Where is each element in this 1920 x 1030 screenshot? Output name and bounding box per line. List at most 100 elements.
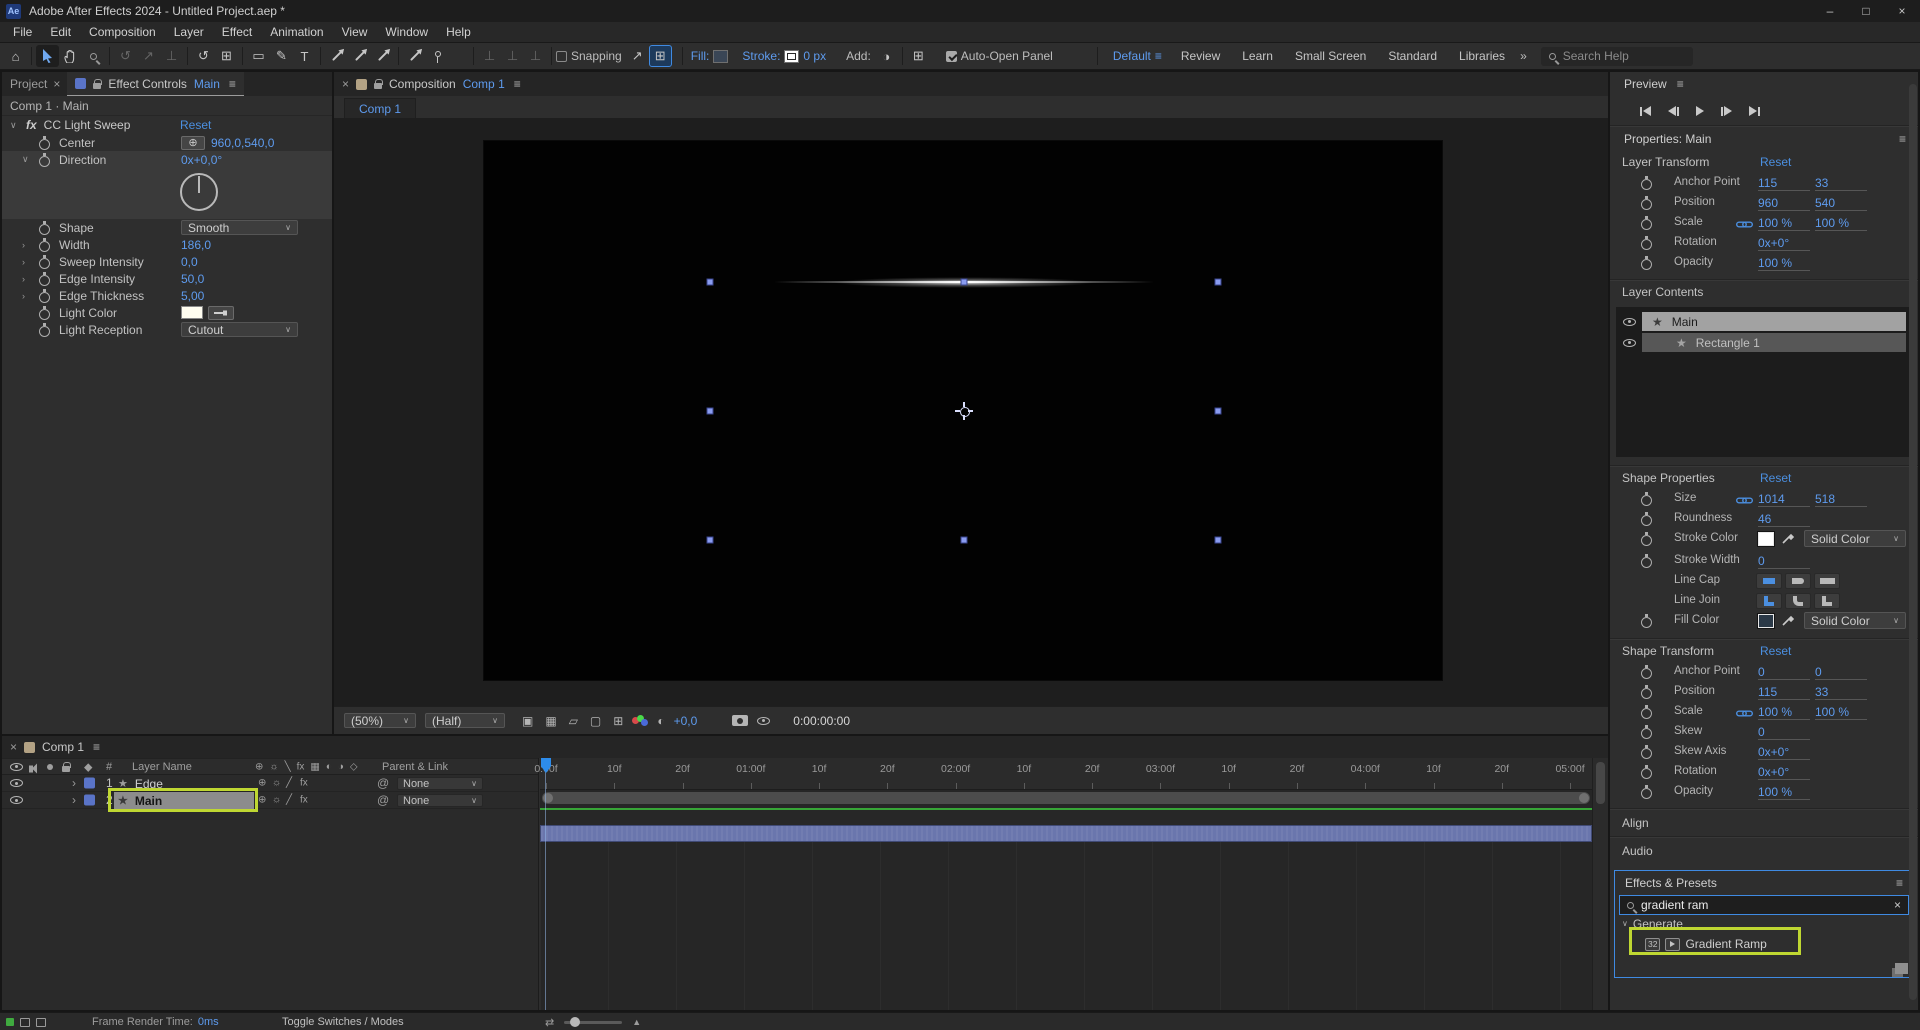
tab-comp-1[interactable]: Comp 1 bbox=[42, 740, 84, 754]
previous-frame-button[interactable] bbox=[1668, 106, 1679, 116]
layer-name-cell[interactable]: ★Main bbox=[114, 792, 254, 809]
property-value[interactable]: 1014 bbox=[1758, 492, 1810, 507]
transparency-grid-icon[interactable]: ▦ bbox=[545, 714, 556, 728]
handle-bottom-left[interactable] bbox=[707, 537, 714, 544]
pickwhip-icon[interactable]: @ bbox=[377, 776, 389, 790]
solid-color-dropdown[interactable]: Solid Color∨ bbox=[1804, 612, 1906, 629]
twirl-icon[interactable]: › bbox=[22, 240, 38, 250]
link-icon[interactable] bbox=[1736, 218, 1753, 232]
property-value[interactable]: 518 bbox=[1815, 492, 1867, 507]
stopwatch-icon[interactable] bbox=[1640, 256, 1653, 269]
anchor-switch-icon[interactable]: ⊕ bbox=[258, 795, 266, 806]
first-frame-button[interactable] bbox=[1640, 106, 1651, 116]
effects-presets-search-input[interactable]: gradient ram × bbox=[1619, 895, 1909, 915]
region-of-interest-icon[interactable]: ▢ bbox=[590, 714, 601, 728]
swap-icon[interactable]: ⇄ bbox=[545, 1016, 554, 1029]
show-snapshot-icon[interactable] bbox=[757, 717, 770, 725]
twirl-icon[interactable]: › bbox=[22, 257, 38, 267]
layer-contents-bar[interactable]: ★Main bbox=[1642, 312, 1906, 331]
fill-label[interactable]: Fill: bbox=[691, 49, 710, 63]
property-value[interactable]: 115 bbox=[1758, 685, 1810, 700]
layer-label-swatch[interactable] bbox=[84, 778, 95, 789]
twirl-icon[interactable]: › bbox=[72, 776, 76, 790]
eye-icon[interactable] bbox=[10, 779, 23, 787]
clone-stamp-tool[interactable] bbox=[348, 45, 371, 67]
type-tool[interactable]: T bbox=[293, 45, 316, 67]
rectangle-tool[interactable]: ▭ bbox=[247, 45, 270, 67]
stopwatch-icon[interactable] bbox=[1640, 196, 1653, 209]
puppet-pin-tool[interactable] bbox=[426, 45, 449, 67]
panel-menu-icon[interactable]: ≡ bbox=[229, 77, 236, 91]
roto-brush-tool[interactable] bbox=[403, 45, 426, 67]
panel-menu-icon[interactable]: ≡ bbox=[1896, 876, 1903, 890]
stopwatch-icon[interactable] bbox=[1640, 725, 1653, 738]
timeline-scrollbar[interactable] bbox=[1592, 758, 1608, 1010]
point-target-icon[interactable]: ⊕ bbox=[181, 136, 205, 150]
menu-file[interactable]: File bbox=[4, 22, 41, 42]
zoom-tool[interactable] bbox=[82, 45, 105, 67]
fx-switch-icon[interactable]: fx bbox=[300, 778, 308, 789]
handle-mid-left[interactable] bbox=[707, 408, 714, 415]
anchor-point-icon[interactable] bbox=[956, 403, 972, 419]
play-button[interactable] bbox=[1696, 106, 1704, 116]
layer-row-edge[interactable]: ›1★Edge⊕☼╱fx@None∨ bbox=[2, 775, 538, 792]
stopwatch-icon[interactable] bbox=[1640, 785, 1653, 798]
hand-tool[interactable] bbox=[59, 45, 82, 67]
stopwatch-icon[interactable] bbox=[38, 323, 51, 336]
menu-animation[interactable]: Animation bbox=[261, 22, 332, 42]
property-value[interactable]: 33 bbox=[1815, 176, 1867, 191]
shy-switch-icon[interactable]: ☼ bbox=[272, 778, 281, 789]
property-value[interactable]: 0x+0° bbox=[1758, 236, 1810, 251]
project-flowchart-icon[interactable] bbox=[20, 1018, 30, 1027]
property-value[interactable]: 960 bbox=[1758, 196, 1810, 211]
parent-link-column[interactable]: Parent & Link bbox=[382, 761, 448, 773]
right-panel-scrollbar[interactable] bbox=[1909, 84, 1917, 1000]
channels-icon[interactable] bbox=[632, 715, 648, 727]
search-help-field[interactable]: Search Help bbox=[1541, 47, 1693, 66]
layer-contents-item-rectangle-1[interactable]: ★Rectangle 1 bbox=[1616, 333, 1910, 352]
menu-help[interactable]: Help bbox=[437, 22, 480, 42]
property-value[interactable]: 0x+0,0° bbox=[181, 153, 222, 167]
grid-guides-icon[interactable]: ⊞ bbox=[907, 45, 930, 67]
property-value[interactable]: 0 bbox=[1758, 665, 1810, 680]
direction-dial[interactable] bbox=[180, 173, 218, 211]
home-icon[interactable]: ⌂ bbox=[4, 45, 27, 67]
fx-switch-icon[interactable]: fx bbox=[300, 795, 308, 806]
view-axis-mode[interactable]: ⊥ bbox=[524, 45, 547, 67]
stopwatch-icon[interactable] bbox=[1640, 554, 1653, 567]
mask-visibility-icon[interactable]: ▱ bbox=[569, 714, 578, 728]
line-cap-a-button[interactable] bbox=[1756, 573, 1782, 589]
stopwatch-icon[interactable] bbox=[1640, 236, 1653, 249]
property-value[interactable]: 100 % bbox=[1815, 705, 1867, 720]
local-axis-mode[interactable]: ⊥ bbox=[478, 45, 501, 67]
exposure-value[interactable]: +0,0 bbox=[674, 714, 698, 728]
stopwatch-icon[interactable] bbox=[38, 153, 51, 166]
brush-tool[interactable] bbox=[325, 45, 348, 67]
property-value[interactable]: 50,0 bbox=[181, 272, 204, 286]
add-shape-icon[interactable]: ◑ bbox=[875, 45, 898, 67]
property-value[interactable]: 540 bbox=[1815, 196, 1867, 211]
result-gradient-ramp[interactable]: 32 Gradient Ramp bbox=[1615, 932, 1913, 956]
property-value[interactable]: 0 bbox=[1815, 665, 1867, 680]
lock-icon[interactable] bbox=[374, 83, 382, 89]
time-ruler[interactable]: 0:00f10f20f01:00f10f20f02:00f10f20f03:00… bbox=[540, 758, 1592, 790]
stopwatch-icon[interactable] bbox=[38, 306, 51, 319]
tab-comp-1[interactable]: Comp 1 bbox=[344, 98, 416, 118]
time-navigator[interactable] bbox=[542, 792, 1590, 804]
toggle-switches-button[interactable]: Toggle Switches / Modes bbox=[282, 1013, 404, 1030]
eyedropper-icon[interactable] bbox=[1782, 614, 1794, 629]
workspace-default[interactable]: Default bbox=[1113, 49, 1151, 63]
property-value[interactable]: 0,0 bbox=[181, 255, 198, 269]
twirl-icon[interactable]: › bbox=[72, 793, 76, 807]
link-icon[interactable] bbox=[1736, 494, 1753, 508]
panel-menu-icon[interactable]: ≡ bbox=[1677, 77, 1684, 91]
close-button[interactable]: × bbox=[1884, 0, 1920, 22]
stopwatch-icon[interactable] bbox=[38, 289, 51, 302]
snapshot-camera-icon[interactable] bbox=[732, 715, 748, 726]
stroke-width-value[interactable]: 0 px bbox=[803, 49, 826, 63]
viewport-timecode[interactable]: 0:00:00:00 bbox=[793, 714, 850, 728]
twirl-icon[interactable]: › bbox=[22, 274, 38, 284]
menu-edit[interactable]: Edit bbox=[41, 22, 80, 42]
stopwatch-icon[interactable] bbox=[1640, 705, 1653, 718]
stopwatch-icon[interactable] bbox=[1640, 512, 1653, 525]
